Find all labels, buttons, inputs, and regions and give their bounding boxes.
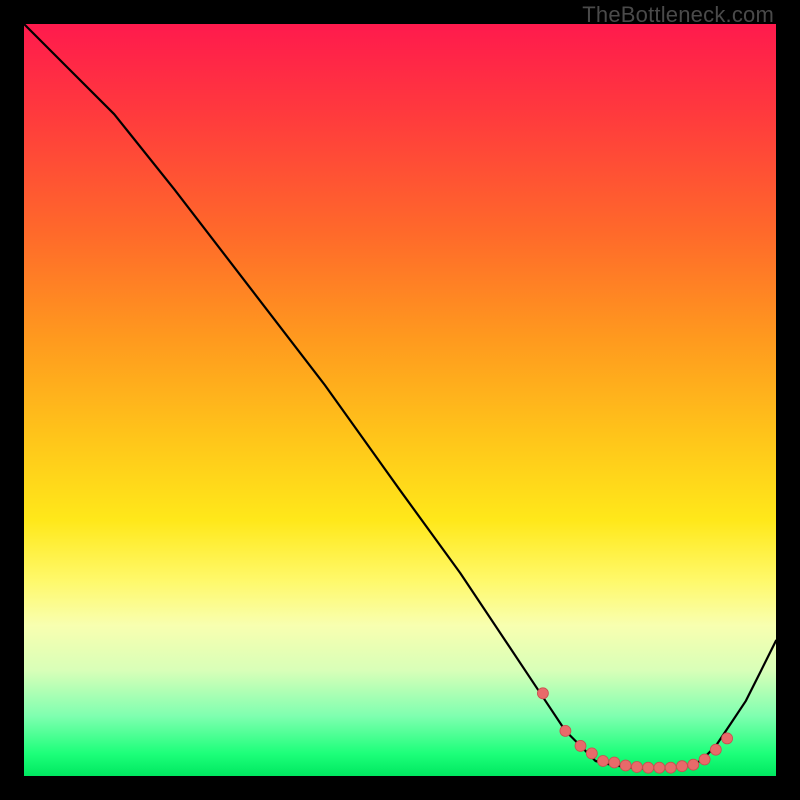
chart-svg — [24, 24, 776, 776]
highlight-dot — [722, 733, 733, 744]
highlight-dot — [699, 754, 710, 765]
highlight-dot — [537, 688, 548, 699]
watermark-text: TheBottleneck.com — [582, 2, 774, 28]
highlight-dot — [665, 762, 676, 773]
highlight-dot — [560, 725, 571, 736]
highlight-dot — [609, 757, 620, 768]
highlight-dot — [575, 740, 586, 751]
highlight-dot — [620, 760, 631, 771]
highlight-dots-group — [537, 688, 732, 773]
highlight-dot — [643, 762, 654, 773]
highlight-dot — [598, 756, 609, 767]
chart-plot-area — [24, 24, 776, 776]
highlight-dot — [688, 759, 699, 770]
chart-frame: TheBottleneck.com — [0, 0, 800, 800]
highlight-dot — [677, 761, 688, 772]
highlight-dot — [631, 762, 642, 773]
highlight-dot — [710, 744, 721, 755]
bottleneck-curve — [24, 24, 776, 769]
highlight-dot — [654, 762, 665, 773]
highlight-dot — [586, 748, 597, 759]
